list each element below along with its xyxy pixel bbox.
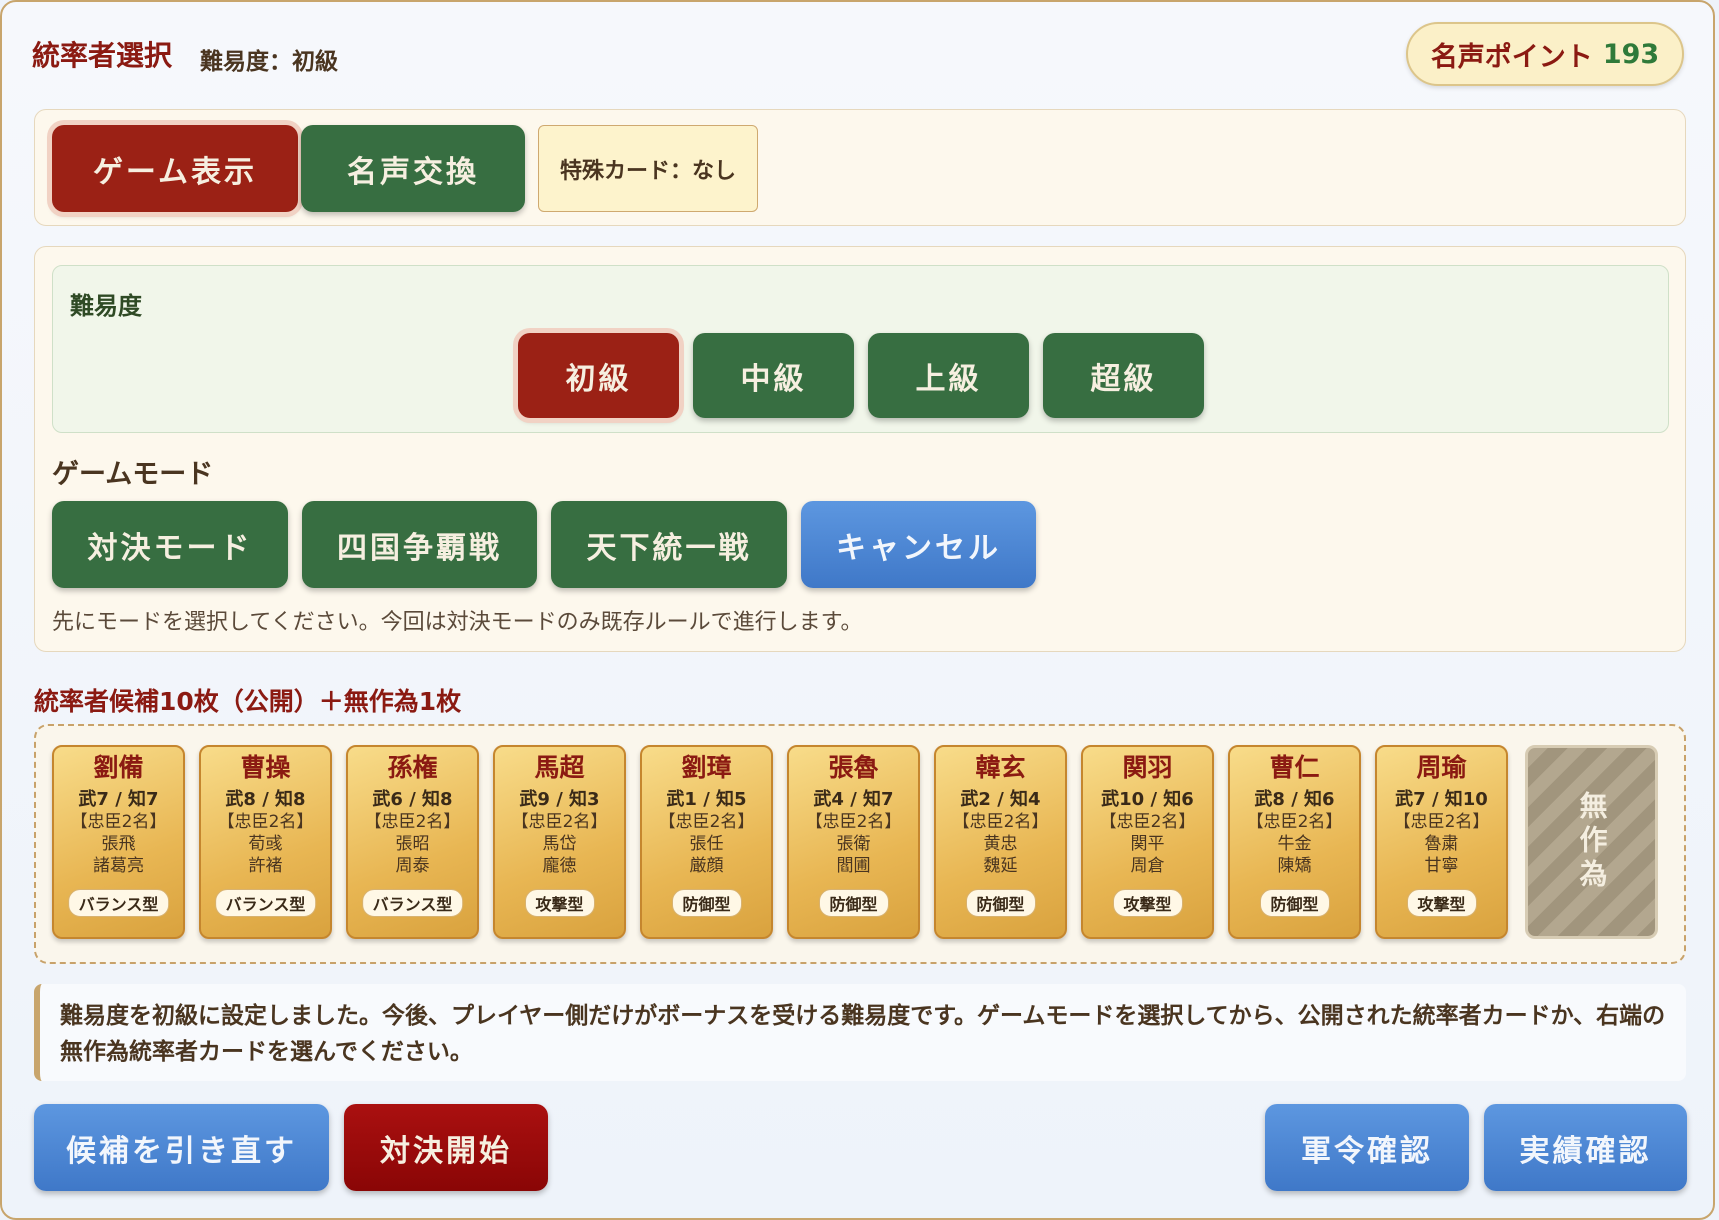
special-card-indicator: 特殊カード：なし bbox=[538, 125, 758, 212]
vassals-label: 【忠臣2名】 bbox=[1246, 812, 1343, 832]
leader-card[interactable]: 周瑜武7 / 知10 【忠臣2名】 魯粛 甘寧攻撃型 bbox=[1375, 745, 1508, 939]
leader-type-badge: 防御型 bbox=[671, 889, 742, 917]
vassal-name: 関平 bbox=[1130, 834, 1165, 854]
leader-type-badge: バランス型 bbox=[361, 889, 464, 917]
status-message: 難易度を初級に設定しました。今後、プレイヤー側だけがボーナスを受ける難易度です。… bbox=[34, 984, 1686, 1081]
leader-card[interactable]: 張魯武4 / 知7 【忠臣2名】 張衛 閻圃防御型 bbox=[787, 745, 920, 939]
leader-stats: 武7 / 知10 bbox=[1395, 789, 1488, 810]
vassal-name: 荀彧 bbox=[248, 834, 283, 854]
leader-type-badge: 防御型 bbox=[1259, 889, 1330, 917]
mode-cancel-button[interactable]: キャンセル bbox=[801, 501, 1036, 588]
vassal-name: 張昭 bbox=[395, 834, 430, 854]
leader-card[interactable]: 曹操武8 / 知8 【忠臣2名】 荀彧 許褚バランス型 bbox=[199, 745, 332, 939]
mode-unification-button[interactable]: 天下統一戦 bbox=[551, 501, 787, 588]
difficulty-expert-button[interactable]: 超級 bbox=[1043, 333, 1204, 418]
difficulty-heading: 難易度 bbox=[70, 292, 142, 320]
difficulty-beginner-button[interactable]: 初級 bbox=[518, 333, 679, 418]
vassal-name: 牛金 bbox=[1277, 834, 1312, 854]
leader-name: 劉備 bbox=[93, 753, 144, 782]
redraw-candidates-button[interactable]: 候補を引き直す bbox=[34, 1104, 329, 1191]
vassal-name: 厳顔 bbox=[689, 856, 724, 876]
leader-stats: 武2 / 知4 bbox=[960, 789, 1041, 810]
leader-card[interactable]: 関羽武10 / 知6 【忠臣2名】 関平 周倉攻撃型 bbox=[1081, 745, 1214, 939]
vassals-label: 【忠臣2名】 bbox=[952, 812, 1049, 832]
vassal-name: 甘寧 bbox=[1424, 856, 1459, 876]
vassals-label: 【忠臣2名】 bbox=[1099, 812, 1196, 832]
vassal-name: 閻圃 bbox=[836, 856, 871, 876]
mode-note: 先にモードを選択してください。今回は対決モードのみ既存ルールで進行します。 bbox=[52, 610, 863, 635]
leader-stats: 武10 / 知6 bbox=[1101, 789, 1194, 810]
leader-type-badge: 防御型 bbox=[965, 889, 1036, 917]
leader-stats: 武1 / 知5 bbox=[666, 789, 747, 810]
leader-card[interactable]: 韓玄武2 / 知4 【忠臣2名】 黄忠 魏延防御型 bbox=[934, 745, 1067, 939]
vassal-name: 周倉 bbox=[1130, 856, 1165, 876]
fame-points-badge: 名声ポイント 193 bbox=[1406, 22, 1684, 86]
leader-type-badge: バランス型 bbox=[67, 889, 170, 917]
leader-card[interactable]: 馬超武9 / 知3 【忠臣2名】 馬岱 龐徳攻撃型 bbox=[493, 745, 626, 939]
leader-name: 曹仁 bbox=[1269, 753, 1320, 782]
leader-stats: 武7 / 知7 bbox=[78, 789, 159, 810]
leader-name: 劉璋 bbox=[681, 753, 732, 782]
mode-duel-button[interactable]: 対決モード bbox=[52, 501, 288, 588]
difficulty-advanced-button[interactable]: 上級 bbox=[868, 333, 1029, 418]
fame-points-label: 名声ポイント bbox=[1430, 41, 1593, 73]
achievements-button[interactable]: 実績確認 bbox=[1484, 1104, 1687, 1191]
mode-four-kingdoms-button[interactable]: 四国争覇戦 bbox=[302, 501, 537, 588]
leader-name: 張魯 bbox=[828, 753, 879, 782]
leader-card[interactable]: 曹仁武8 / 知6 【忠臣2名】 牛金 陳矯防御型 bbox=[1228, 745, 1361, 939]
vassal-name: 許褚 bbox=[248, 856, 283, 876]
leader-name: 曹操 bbox=[240, 753, 291, 782]
random-leader-card[interactable]: 無作為 bbox=[1525, 745, 1658, 939]
vassals-label: 【忠臣2名】 bbox=[70, 812, 167, 832]
fame-exchange-button[interactable]: 名声交換 bbox=[301, 125, 525, 212]
vassal-name: 諸葛亮 bbox=[93, 856, 144, 876]
leader-name: 韓玄 bbox=[975, 753, 1026, 782]
vassal-name: 張飛 bbox=[101, 834, 136, 854]
vassal-name: 張衛 bbox=[836, 834, 871, 854]
vassal-name: 黄忠 bbox=[983, 834, 1018, 854]
vassal-name: 周泰 bbox=[395, 856, 430, 876]
candidates-heading: 統率者候補10枚（公開）＋無作為1枚 bbox=[34, 687, 462, 716]
leader-stats: 武9 / 知3 bbox=[519, 789, 600, 810]
vassals-label: 【忠臣2名】 bbox=[658, 812, 755, 832]
leader-type-badge: 攻撃型 bbox=[1112, 889, 1183, 917]
vassal-name: 魏延 bbox=[983, 856, 1018, 876]
leader-stats: 武4 / 知7 bbox=[813, 789, 894, 810]
leader-type-badge: 攻撃型 bbox=[1406, 889, 1477, 917]
game-mode-heading: ゲームモード bbox=[52, 459, 214, 490]
difficulty-section bbox=[52, 265, 1669, 433]
leader-card[interactable]: 孫権武6 / 知8 【忠臣2名】 張昭 周泰バランス型 bbox=[346, 745, 479, 939]
vassal-name: 馬岱 bbox=[542, 834, 577, 854]
current-difficulty-text: 難易度：初級 bbox=[200, 49, 338, 75]
vassals-label: 【忠臣2名】 bbox=[364, 812, 461, 832]
leader-name: 馬超 bbox=[534, 753, 585, 782]
page-title: 統率者選択 bbox=[32, 39, 173, 72]
vassals-label: 【忠臣2名】 bbox=[805, 812, 902, 832]
leader-stats: 武8 / 知8 bbox=[225, 789, 306, 810]
military-orders-button[interactable]: 軍令確認 bbox=[1265, 1104, 1469, 1191]
leader-card[interactable]: 劉璋武1 / 知5 【忠臣2名】 張任 厳顔防御型 bbox=[640, 745, 773, 939]
leader-stats: 武6 / 知8 bbox=[372, 789, 453, 810]
leader-type-badge: バランス型 bbox=[214, 889, 317, 917]
vassals-label: 【忠臣2名】 bbox=[511, 812, 608, 832]
vassal-name: 張任 bbox=[689, 834, 724, 854]
leader-name: 関羽 bbox=[1122, 753, 1173, 782]
leader-type-badge: 防御型 bbox=[818, 889, 889, 917]
random-card-label: 無作為 bbox=[1575, 791, 1609, 893]
vassal-name: 魯粛 bbox=[1424, 834, 1459, 854]
difficulty-intermediate-button[interactable]: 中級 bbox=[693, 333, 854, 418]
fame-points-value: 193 bbox=[1602, 38, 1660, 70]
vassal-name: 陳矯 bbox=[1277, 856, 1312, 876]
start-duel-button[interactable]: 対決開始 bbox=[344, 1104, 548, 1191]
leader-name: 周瑜 bbox=[1416, 753, 1467, 782]
game-display-button[interactable]: ゲーム表示 bbox=[52, 125, 298, 212]
vassals-label: 【忠臣2名】 bbox=[217, 812, 314, 832]
leader-stats: 武8 / 知6 bbox=[1254, 789, 1335, 810]
vassal-name: 龐徳 bbox=[542, 856, 577, 876]
leader-type-badge: 攻撃型 bbox=[524, 889, 595, 917]
vassals-label: 【忠臣2名】 bbox=[1393, 812, 1490, 832]
leader-name: 孫権 bbox=[387, 753, 438, 782]
leader-card[interactable]: 劉備武7 / 知7 【忠臣2名】 張飛 諸葛亮バランス型 bbox=[52, 745, 185, 939]
